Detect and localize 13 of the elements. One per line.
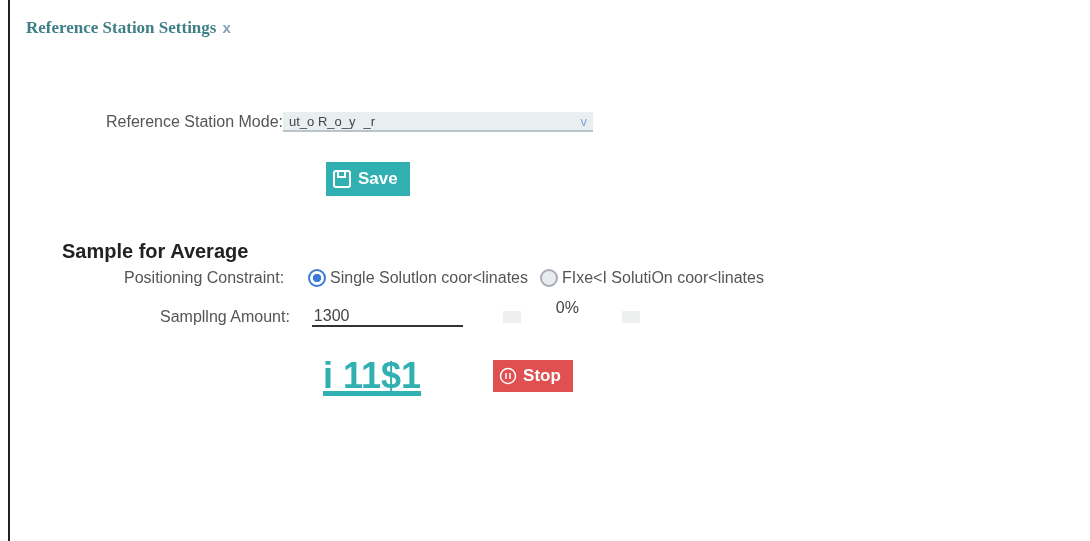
mode-select[interactable]: ut_o R_o_y _r v <box>283 112 593 132</box>
sampling-label: Sampllng Amount: <box>160 308 290 326</box>
radio-option[interactable]: FIxe<I SolutiOn coor<linates <box>540 269 764 287</box>
panel-title: Reference Station Settings <box>26 18 217 38</box>
stop-button[interactable]: Stop <box>493 360 573 392</box>
sampling-field[interactable]: 1300 <box>311 307 463 327</box>
mode-label: Reference Station Mode: <box>106 113 283 131</box>
radio-option[interactable]: Single Solutlon coor<linates <box>308 269 528 287</box>
pause-icon <box>499 367 518 385</box>
constraint-label: Positioning Constraint: <box>124 269 285 287</box>
section-heading: Sample for Average <box>62 240 250 263</box>
progress-text: 0% <box>555 299 579 317</box>
save-icon <box>332 169 352 189</box>
